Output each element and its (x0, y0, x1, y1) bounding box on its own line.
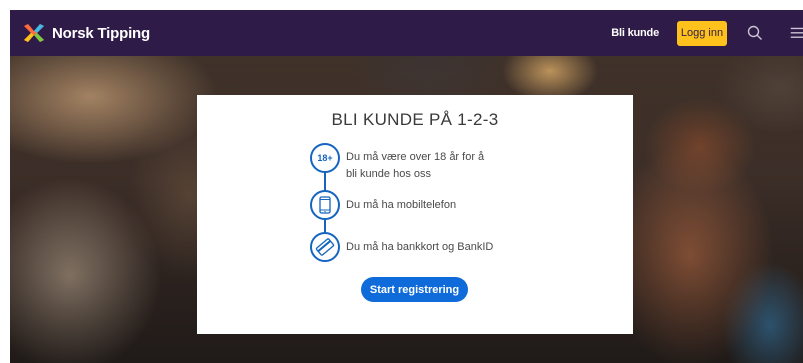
step-text: Du må være over 18 år for å bli kunde ho… (346, 151, 485, 180)
header-actions: Bli kunde Logg inn (611, 10, 803, 56)
page-frame: Norsk Tipping Bli kunde Logg inn BLI KUN… (10, 10, 803, 363)
age-18-badge-icon: 18+ (310, 143, 340, 173)
signup-card: BLI KUNDE PÅ 1-2-3 18+ Du må være over 1… (197, 95, 633, 334)
become-customer-link[interactable]: Bli kunde (611, 27, 659, 39)
step-bank-requirement: Du må ha bankkort og BankID (310, 232, 546, 262)
signup-steps: 18+ Du må være over 18 år for å bli kund… (310, 143, 610, 283)
step-mobile-requirement: Du må ha mobiltelefon (310, 190, 546, 220)
brand-name: Norsk Tipping (52, 24, 150, 42)
top-navigation-bar: Norsk Tipping Bli kunde Logg inn (10, 10, 803, 56)
card-title: BLI KUNDE PÅ 1-2-3 (331, 110, 499, 129)
step-text: Du må ha mobiltelefon (346, 199, 457, 211)
hamburger-menu-icon[interactable] (789, 26, 803, 40)
start-registration-button[interactable]: Start registrering (361, 277, 468, 302)
step-text: Du må ha bankkort og BankID (346, 241, 494, 253)
search-icon[interactable] (747, 25, 763, 41)
norsk-tipping-logo-icon (24, 24, 44, 42)
brand-logo-link[interactable]: Norsk Tipping (23, 24, 150, 42)
login-button[interactable]: Logg inn (677, 20, 727, 46)
step-age-requirement: 18+ Du må være over 18 år for å bli kund… (310, 143, 496, 183)
bank-card-icon (310, 232, 340, 262)
mobile-phone-icon (310, 190, 340, 220)
